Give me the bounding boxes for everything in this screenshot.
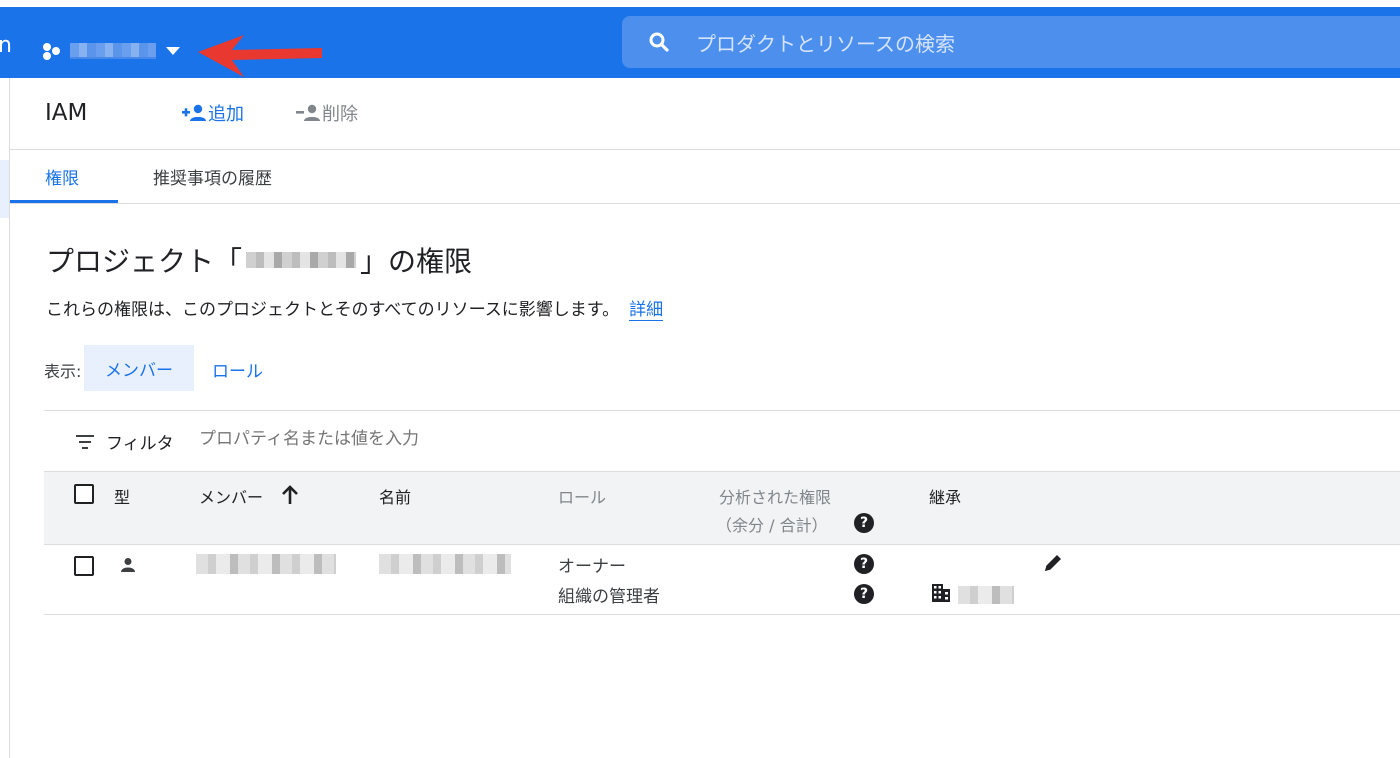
filter-label: フィルタ xyxy=(106,434,174,454)
edit-pencil-icon[interactable] xyxy=(1042,552,1064,574)
project-hexagon-icon xyxy=(42,40,64,62)
col-role: ロール xyxy=(558,488,607,507)
delete-label: 削除 xyxy=(322,104,358,125)
view-label: 表示: xyxy=(44,362,82,381)
tab-recommendation-history[interactable]: 推奨事項の履歴 xyxy=(153,164,272,189)
add-label: 追加 xyxy=(208,104,244,125)
project-name-redacted-inline xyxy=(246,252,357,268)
view-by-member-toggle[interactable]: メンバー xyxy=(84,345,194,391)
section-title-prefix: プロジェクト「 xyxy=(46,245,243,278)
brand-fragment: n xyxy=(0,33,12,58)
analyzed-help-icon[interactable]: ? xyxy=(854,513,874,533)
tab-bar: 権限 推奨事項の履歴 xyxy=(10,150,1400,204)
table-header: 型 メンバー 名前 ロール 分析された権限 （余分 / 合計） ? 継承 xyxy=(44,471,1400,545)
top-strip xyxy=(0,0,1400,7)
project-picker[interactable] xyxy=(42,31,180,71)
col-name[interactable]: 名前 xyxy=(379,484,411,508)
col-analyzed-permissions: 分析された権限 xyxy=(719,488,832,507)
active-tab-indicator xyxy=(10,200,118,203)
description-text: これらの権限は、このプロジェクトとそのすべてのリソースに影響します。 xyxy=(46,300,620,320)
section-description: これらの権限は、このプロジェクトとそのすべてのリソースに影響します。 詳細 xyxy=(46,295,664,321)
add-person-icon xyxy=(182,104,206,121)
organization-icon xyxy=(932,584,950,602)
member-email-redacted xyxy=(196,554,336,574)
annotation-arrow-icon xyxy=(198,35,322,77)
section-title: プロジェクト「 」の権限 xyxy=(46,240,472,280)
role-owner-help-icon[interactable]: ? xyxy=(854,554,874,574)
organization-name-redacted xyxy=(958,586,1014,604)
remove-person-icon xyxy=(296,104,320,121)
filter-icon xyxy=(76,435,94,449)
row-checkbox[interactable] xyxy=(74,556,94,576)
delete-member-button[interactable]: 削除 xyxy=(296,100,358,126)
filter-input[interactable] xyxy=(199,429,599,449)
role-owner: オーナー xyxy=(558,557,626,577)
search-placeholder: プロダクトとリソースの検索 xyxy=(696,31,955,56)
page-header: IAM 追加 削除 xyxy=(10,78,1400,150)
col-inheritance: 継承 xyxy=(929,488,962,507)
col-analyzed-sub: （余分 / 合計） xyxy=(716,516,828,535)
left-nav-selected-item[interactable] xyxy=(0,160,9,218)
tab-permissions[interactable]: 権限 xyxy=(45,164,79,189)
learn-more-link[interactable]: 詳細 xyxy=(629,300,664,321)
filter-bar: フィルタ xyxy=(44,411,1400,471)
top-app-bar: n プロダクトとリソースの検索 xyxy=(0,7,1400,78)
search-bar[interactable]: プロダクトとリソースの検索 xyxy=(622,16,1400,68)
select-all-checkbox[interactable] xyxy=(74,484,94,504)
left-nav-rail xyxy=(0,78,10,758)
member-name-redacted xyxy=(379,554,511,574)
section-title-suffix: 」の権限 xyxy=(360,245,473,278)
add-member-button[interactable]: 追加 xyxy=(182,100,244,126)
person-icon xyxy=(121,558,135,572)
project-name-redacted xyxy=(70,43,156,59)
search-icon xyxy=(648,31,670,53)
view-by-role-toggle[interactable]: ロール xyxy=(212,357,263,382)
col-type[interactable]: 型 xyxy=(114,484,130,508)
role-org-admin-help-icon[interactable]: ? xyxy=(854,584,874,604)
table-row: オーナー 組織の管理者 ? ? xyxy=(44,544,1400,615)
caret-down-icon xyxy=(166,47,180,55)
role-org-admin: 組織の管理者 xyxy=(558,587,660,607)
sort-ascending-icon[interactable] xyxy=(280,484,300,506)
page-title: IAM xyxy=(45,100,88,126)
col-member[interactable]: メンバー xyxy=(199,484,263,508)
